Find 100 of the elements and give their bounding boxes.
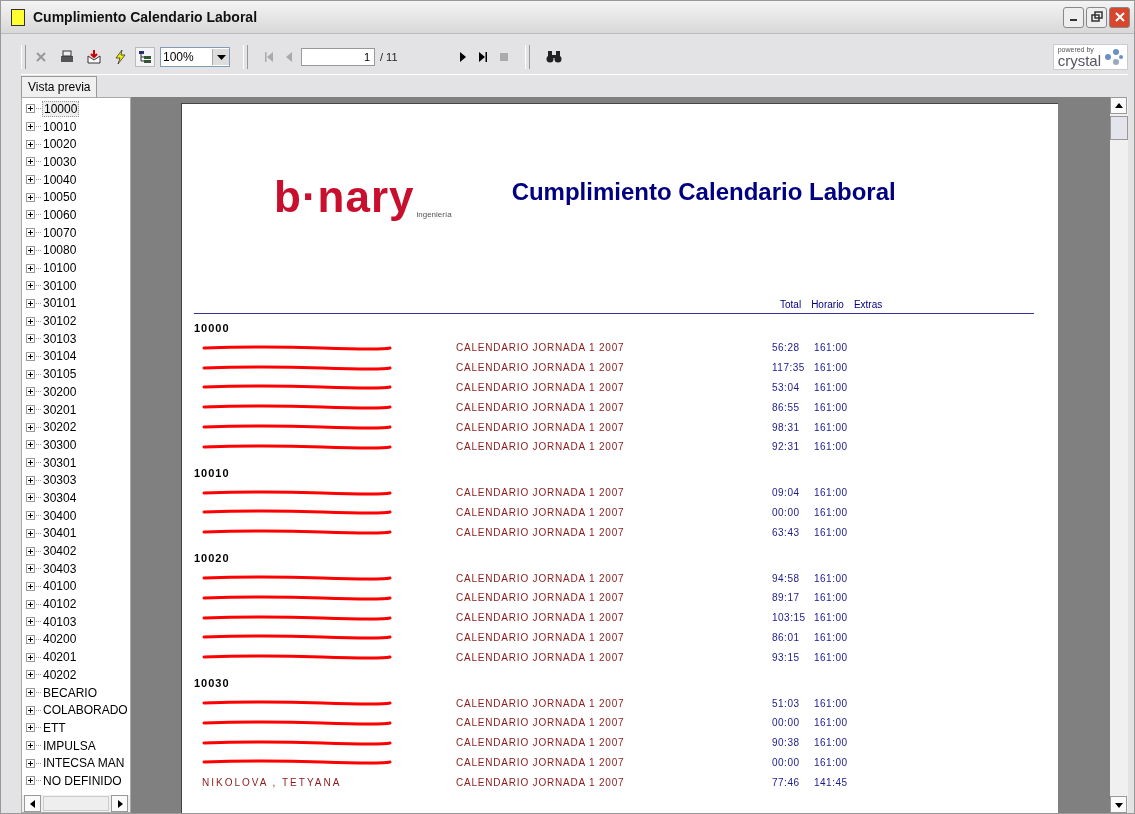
expand-icon[interactable] — [26, 263, 35, 273]
expand-icon[interactable] — [26, 316, 35, 326]
schedule-hours: 161:00 — [814, 526, 848, 538]
tree-item[interactable]: 30104 — [42, 349, 78, 364]
expand-icon[interactable] — [26, 387, 35, 397]
expand-icon[interactable] — [26, 334, 35, 344]
dropdown-arrow-icon — [216, 54, 226, 60]
expand-icon[interactable] — [26, 741, 35, 751]
vertical-scrollbar[interactable] — [1110, 97, 1128, 813]
expand-icon[interactable] — [26, 528, 35, 538]
expand-icon[interactable] — [26, 440, 35, 450]
expand-icon[interactable] — [26, 139, 35, 149]
preview-tab[interactable]: Vista previa — [21, 76, 98, 97]
tree-item[interactable]: 10030 — [42, 154, 78, 169]
tree-item[interactable]: 30105 — [42, 367, 78, 382]
tree-item[interactable]: 10070 — [42, 225, 78, 240]
expand-icon[interactable] — [26, 228, 35, 238]
expand-icon[interactable] — [26, 175, 35, 185]
expand-icon[interactable] — [26, 298, 35, 308]
expand-icon[interactable] — [26, 634, 35, 644]
tree-item[interactable]: 10060 — [42, 207, 78, 222]
zoom-dropdown[interactable]: 100% — [160, 47, 230, 67]
tree-item[interactable]: 30102 — [42, 314, 78, 329]
tree-item[interactable]: 40100 — [42, 579, 78, 594]
expand-icon[interactable] — [26, 104, 35, 114]
tree-item[interactable]: 30103 — [42, 331, 78, 346]
horizontal-scrollbar[interactable] — [22, 795, 130, 812]
tree-item[interactable]: 30301 — [42, 455, 78, 470]
expand-icon[interactable] — [26, 652, 35, 662]
tree-item[interactable]: BECARIO — [42, 685, 98, 700]
tree-item[interactable]: COLABORADO — [42, 703, 129, 718]
expand-icon[interactable] — [26, 422, 35, 432]
expand-icon[interactable] — [26, 670, 35, 680]
expand-icon[interactable] — [26, 617, 35, 627]
expand-icon[interactable] — [26, 281, 35, 291]
expand-icon[interactable] — [26, 493, 35, 503]
expand-icon[interactable] — [26, 192, 35, 202]
report-title: Cumplimiento Calendario Laboral — [511, 177, 896, 206]
tree-item[interactable]: 30303 — [42, 473, 78, 488]
expand-icon[interactable] — [26, 688, 35, 698]
schedule-hours: 161:00 — [814, 487, 848, 499]
page-number-field[interactable]: 1 — [301, 48, 375, 66]
tree-item[interactable]: 10100 — [42, 261, 78, 276]
dots-icon — [1103, 47, 1123, 67]
tree-item[interactable]: 30402 — [42, 544, 78, 559]
tree-item[interactable]: ETT — [42, 720, 67, 735]
group-tree-icon[interactable] — [135, 47, 155, 67]
tree-item[interactable]: NO DEFINIDO — [42, 773, 123, 788]
expand-icon[interactable] — [26, 723, 35, 733]
expand-icon[interactable] — [26, 599, 35, 609]
tree-item[interactable]: 30202 — [42, 420, 78, 435]
tree-item[interactable]: 10020 — [42, 137, 78, 152]
tree-item[interactable]: 30304 — [42, 490, 78, 505]
tree-item[interactable]: 40202 — [42, 667, 78, 682]
scroll-up-icon[interactable] — [1110, 97, 1127, 114]
tree-item[interactable]: 30400 — [42, 508, 78, 523]
restore-icon — [1090, 11, 1103, 23]
scroll-thumb[interactable] — [43, 796, 109, 811]
expand-icon[interactable] — [26, 758, 35, 768]
tree-item[interactable]: 30300 — [42, 437, 78, 452]
tree-item[interactable]: INTECSA MAN — [42, 756, 126, 771]
schedule-hours: 161:00 — [814, 631, 848, 643]
expand-icon[interactable] — [26, 122, 35, 132]
tree-item[interactable]: 10010 — [42, 119, 78, 134]
close-button[interactable] — [1109, 6, 1130, 28]
expand-icon[interactable] — [26, 369, 35, 379]
tree-item[interactable]: 30201 — [42, 402, 78, 417]
expand-icon[interactable] — [26, 210, 35, 220]
tree-item[interactable]: 40102 — [42, 597, 78, 612]
restore-button[interactable] — [1086, 6, 1107, 28]
tree-item[interactable]: 40103 — [42, 614, 78, 629]
tree-item[interactable]: 30100 — [42, 278, 78, 293]
tree-item[interactable]: IMPULSA — [42, 738, 97, 753]
tree-item[interactable]: 10080 — [42, 243, 78, 258]
expand-icon[interactable] — [26, 458, 35, 468]
tree-item[interactable]: 30101 — [42, 296, 78, 311]
tree-item[interactable]: 30403 — [42, 561, 78, 576]
expand-icon[interactable] — [26, 405, 35, 415]
expand-icon[interactable] — [26, 245, 35, 255]
expand-icon[interactable] — [26, 511, 35, 521]
tree-item[interactable]: 30200 — [42, 384, 78, 399]
scroll-left-icon[interactable] — [24, 795, 41, 812]
tree-item[interactable]: 40201 — [42, 650, 78, 665]
tree-item[interactable]: 30401 — [42, 526, 78, 541]
minimize-button[interactable] — [1063, 6, 1084, 28]
expand-icon[interactable] — [26, 564, 35, 574]
expand-icon[interactable] — [26, 581, 35, 591]
expand-icon[interactable] — [26, 157, 35, 167]
scroll-thumb[interactable] — [1110, 116, 1128, 140]
scroll-right-icon[interactable] — [111, 795, 128, 812]
tree-item[interactable]: 40200 — [42, 632, 78, 647]
expand-icon[interactable] — [26, 776, 35, 786]
scroll-down-icon[interactable] — [1110, 796, 1127, 813]
tree-item[interactable]: 10040 — [42, 172, 78, 187]
tree-item[interactable]: 10050 — [42, 190, 78, 205]
expand-icon[interactable] — [26, 351, 35, 361]
expand-icon[interactable] — [26, 546, 35, 556]
expand-icon[interactable] — [26, 705, 35, 715]
expand-icon[interactable] — [26, 475, 35, 485]
tree-item[interactable]: 10000 — [42, 100, 80, 117]
